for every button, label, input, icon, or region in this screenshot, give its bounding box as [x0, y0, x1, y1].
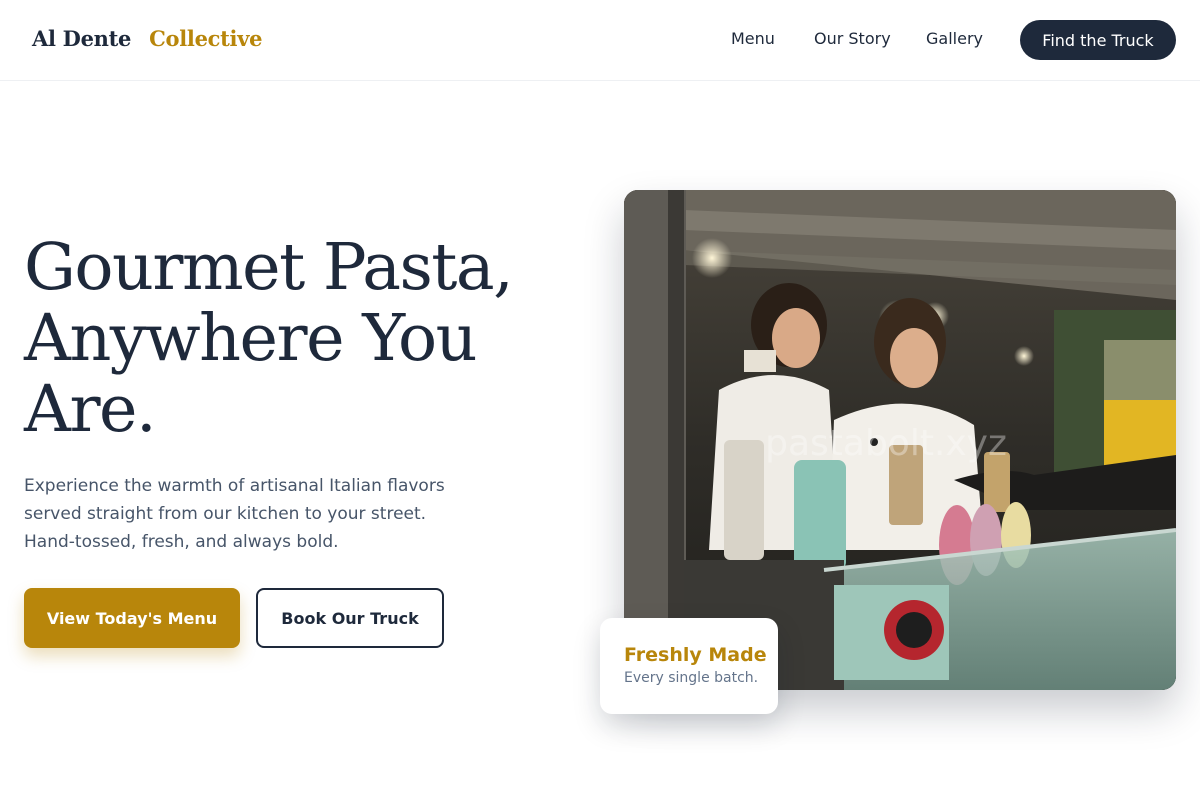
nav-link-menu[interactable]: Menu	[731, 29, 775, 48]
hero-subtitle-line: served straight from our kitchen to your…	[24, 504, 427, 524]
view-menu-button[interactable]: View Today's Menu	[24, 588, 240, 648]
hero-title-line: Gourmet Pasta,	[24, 230, 514, 305]
photo-watermark: pastabolt.xyz	[765, 423, 1007, 464]
brand-logo[interactable]: Al Dente Collective	[32, 26, 262, 51]
hero-subtitle-line: Hand-tossed, fresh, and always bold.	[24, 532, 339, 552]
book-truck-button[interactable]: Book Our Truck	[256, 588, 444, 648]
hero-subtitle-line: Experience the warmth of artisanal Itali…	[24, 476, 445, 496]
hero-subtitle: Experience the warmth of artisanal Itali…	[24, 472, 464, 556]
nav-link-gallery[interactable]: Gallery	[926, 29, 983, 48]
hero-title-line: Are.	[24, 372, 157, 447]
badge-title: Freshly Made	[624, 644, 767, 666]
hero-title: Gourmet Pasta, Anywhere You Are.	[24, 232, 544, 445]
hero-title-line: Anywhere You	[24, 301, 477, 376]
nav-link-our-story[interactable]: Our Story	[814, 29, 891, 48]
freshly-made-badge: Freshly Made Every single batch.	[600, 618, 778, 714]
hero-food-truck-photo: pastabolt.xyz	[624, 190, 1176, 690]
badge-subtitle: Every single batch.	[624, 670, 759, 686]
brand-name-part1: Al Dente	[32, 26, 132, 51]
brand-name-part2: Collective	[149, 26, 263, 51]
find-truck-button[interactable]: Find the Truck	[1020, 20, 1176, 60]
site-header: Al Dente Collective Menu Our Story Galler…	[0, 0, 1200, 81]
